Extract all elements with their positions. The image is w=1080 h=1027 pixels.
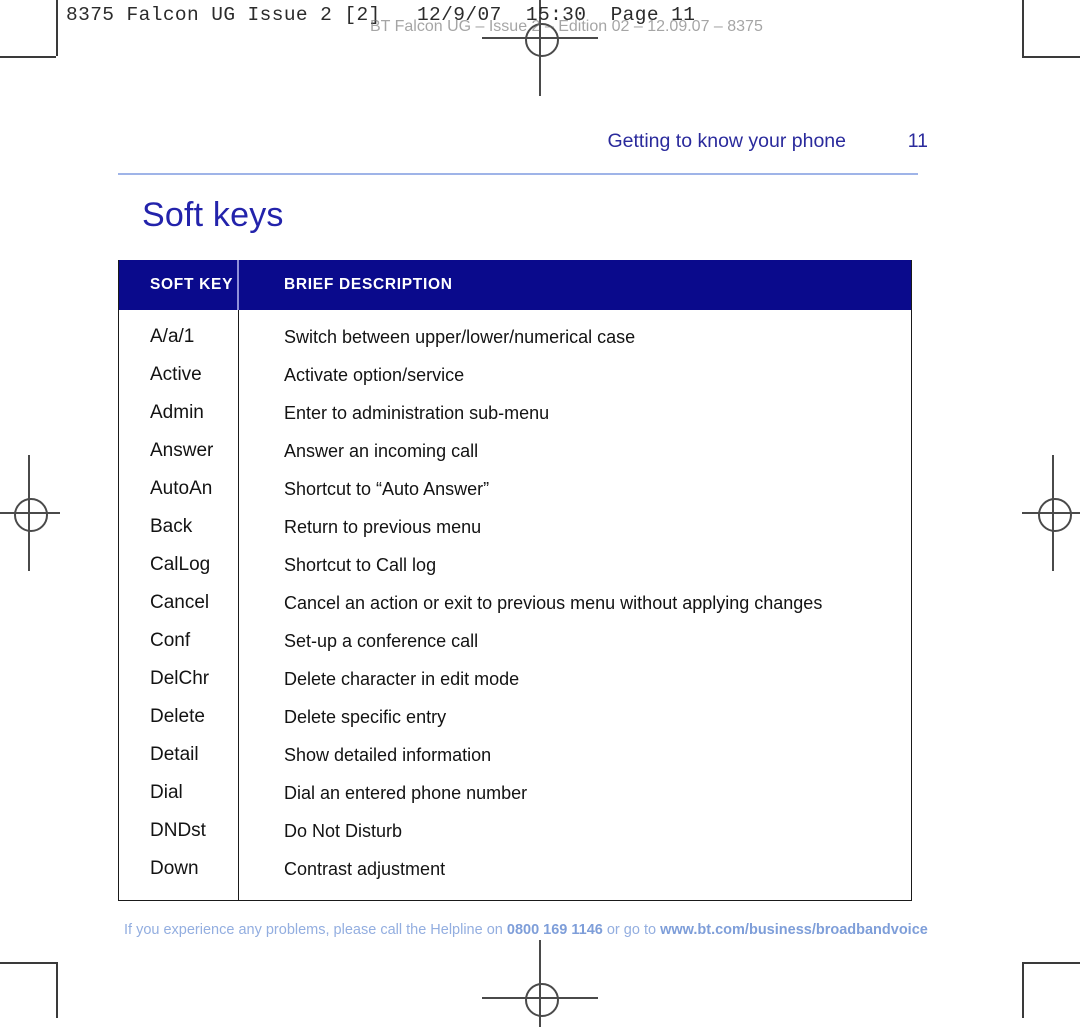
column-header-brief-description: BRIEF DESCRIPTION — [284, 276, 453, 293]
footer-text-middle: or go to — [602, 922, 661, 938]
crop-mark-top-left — [0, 0, 58, 58]
table-row: DelChr Delete character in edit mode — [119, 660, 911, 698]
soft-key-description: Show detailed information — [284, 744, 492, 765]
table-row: Cancel Cancel an action or exit to previo… — [119, 584, 911, 622]
soft-key-description: Activate option/service — [284, 364, 465, 385]
crop-mark-bottom-right — [1022, 958, 1080, 1018]
registration-mark-right — [1022, 455, 1080, 571]
table-row: Answer Answer an incoming call — [119, 432, 911, 470]
soft-key-description: Dial an entered phone number — [284, 782, 528, 803]
prepress-edition-line: BT Falcon UG – Issue 2 – Edition 02 – 12… — [370, 18, 763, 35]
soft-key-label: CalLog — [119, 546, 239, 584]
column-header-soft-key: SOFT KEY — [119, 260, 239, 310]
soft-key-description: Delete specific entry — [284, 706, 447, 727]
running-head-title: Getting to know your phone — [607, 130, 847, 152]
page-title: Soft keys — [142, 196, 284, 234]
table-body: A/a/1 Switch between upper/lower/numerica… — [119, 310, 911, 900]
soft-key-description: Shortcut to “Auto Answer” — [284, 478, 490, 499]
table-row: Dial Dial an entered phone number — [119, 774, 911, 812]
soft-key-label: A/a/1 — [119, 310, 239, 356]
table-row: DNDst Do Not Disturb — [119, 812, 911, 850]
table-row: A/a/1 Switch between upper/lower/numerica… — [119, 310, 911, 356]
soft-key-label: Down — [119, 850, 239, 900]
soft-key-description: Enter to administration sub-menu — [284, 402, 550, 423]
soft-key-description: Do Not Disturb — [284, 820, 403, 841]
running-head: Getting to know your phone 11 — [118, 130, 929, 160]
soft-key-description: Return to previous menu — [284, 516, 482, 537]
soft-key-description: Contrast adjustment — [284, 858, 446, 879]
table-row: Conf Set-up a conference call — [119, 622, 911, 660]
registration-mark-left — [0, 455, 60, 571]
header-rule — [118, 173, 918, 175]
soft-key-description: Delete character in edit mode — [284, 668, 520, 689]
table-header-row: SOFT KEY BRIEF DESCRIPTION — [119, 260, 911, 310]
table-row: Detail Show detailed information — [119, 736, 911, 774]
registration-mark-bottom — [482, 940, 598, 1027]
soft-key-label: AutoAn — [119, 470, 239, 508]
soft-key-description: Cancel an action or exit to previous men… — [284, 592, 823, 613]
soft-key-label: Active — [119, 356, 239, 394]
soft-key-label: Delete — [119, 698, 239, 736]
soft-key-label: DNDst — [119, 812, 239, 850]
soft-key-label: Admin — [119, 394, 239, 432]
table-row: Back Return to previous menu — [119, 508, 911, 546]
footer-phone-number: 0800 169 1146 — [506, 922, 603, 938]
soft-key-description: Switch between upper/lower/numerical cas… — [284, 326, 636, 347]
soft-key-label: Answer — [119, 432, 239, 470]
soft-keys-table: SOFT KEY BRIEF DESCRIPTION A/a/1 Switch b… — [118, 260, 912, 901]
soft-key-label: Cancel — [119, 584, 239, 622]
table-row: Down Contrast adjustment — [119, 850, 911, 900]
soft-key-label: DelChr — [119, 660, 239, 698]
page-canvas: 8375 Falcon UG Issue 2 [2] 12/9/07 15:30… — [0, 0, 1080, 1027]
soft-key-description: Set-up a conference call — [284, 630, 479, 651]
soft-key-label: Conf — [119, 622, 239, 660]
soft-key-label: Detail — [119, 736, 239, 774]
soft-key-description: Answer an incoming call — [284, 440, 479, 461]
table-row: Active Activate option/service — [119, 356, 911, 394]
soft-key-description: Shortcut to Call log — [284, 554, 437, 575]
footer-text-before: If you experience any problems, please c… — [124, 922, 507, 938]
table-row: AutoAn Shortcut to “Auto Answer” — [119, 470, 911, 508]
soft-key-label: Dial — [119, 774, 239, 812]
table-row: Delete Delete specific entry — [119, 698, 911, 736]
soft-key-label: Back — [119, 508, 239, 546]
table-row: Admin Enter to administration sub-menu — [119, 394, 911, 432]
footer-url[interactable]: www.bt.com/business/broadbandvoice — [660, 922, 928, 938]
crop-mark-top-right — [1022, 0, 1080, 58]
table-row: CalLog Shortcut to Call log — [119, 546, 911, 584]
crop-mark-bottom-left — [0, 958, 58, 1018]
footer-helpline: If you experience any problems, please c… — [124, 922, 928, 938]
page-number: 11 — [907, 130, 928, 152]
